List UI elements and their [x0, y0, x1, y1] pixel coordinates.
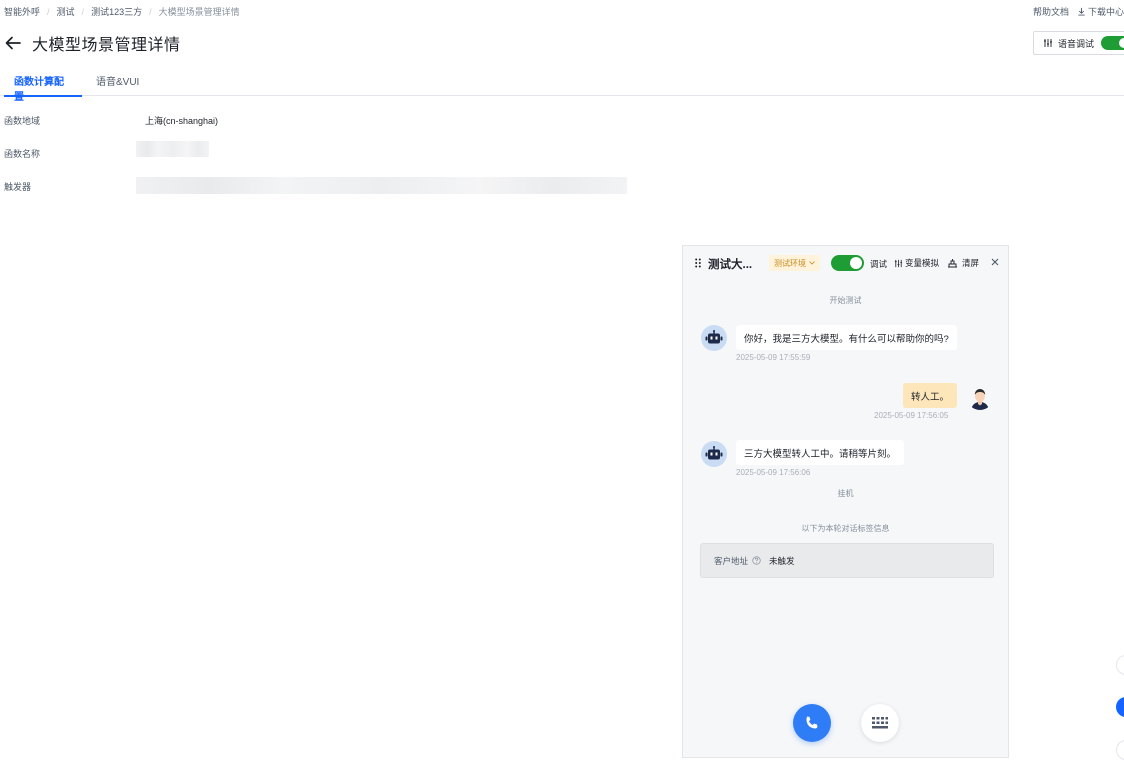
- breadcrumb-item-test[interactable]: 测试: [57, 5, 75, 18]
- floating-button-primary[interactable]: [1116, 697, 1124, 717]
- clear-screen-button[interactable]: 清屏: [947, 257, 979, 269]
- top-links: 帮助文档 下载中心: [1033, 5, 1124, 18]
- chevron-down-icon: [809, 261, 815, 265]
- breadcrumb: 智能外呼 / 测试 / 测试123三方 / 大模型场景管理详情: [4, 5, 240, 18]
- panel-title: 测试大...: [708, 259, 753, 271]
- bot-message-bubble: 你好，我是三方大模型。有什么可以帮助你的吗?: [736, 325, 957, 350]
- sliders-icon: [1044, 39, 1052, 47]
- keypad-button[interactable]: [861, 704, 899, 742]
- keypad-icon: [872, 717, 888, 729]
- floating-button[interactable]: [1116, 740, 1124, 760]
- back-arrow-icon[interactable]: [4, 34, 22, 52]
- eraser-icon: [948, 259, 957, 268]
- region-value: 上海(cn-shanghai): [145, 116, 219, 126]
- download-center-label: 下载中心: [1087, 7, 1124, 17]
- download-icon: [1078, 7, 1085, 16]
- robot-icon: [705, 446, 723, 460]
- env-select-label: 测试环境: [774, 258, 806, 268]
- help-circle-icon[interactable]: [752, 556, 761, 565]
- close-icon[interactable]: [988, 255, 1002, 269]
- breadcrumb-separator: /: [47, 6, 50, 17]
- user-message-bubble: 转人工。: [903, 383, 958, 408]
- debug-label: 调试: [870, 259, 888, 269]
- voice-debug-label: 语音调试: [1058, 38, 1095, 49]
- function-name-redacted: [136, 141, 209, 157]
- tag-info-box: 客户地址 未触发: [700, 543, 994, 578]
- voice-debug-toggle[interactable]: [1101, 36, 1124, 50]
- breadcrumb-item-test123[interactable]: 测试123三方: [91, 5, 142, 18]
- panel-header: 测试大... 测试环境 调试 变量模拟 清屏: [683, 246, 1008, 280]
- floating-button[interactable]: [1116, 655, 1124, 675]
- message-timestamp: 2025-05-09 17:56:05: [874, 411, 949, 420]
- robot-icon: [705, 330, 723, 344]
- tag-value: 未触发: [769, 555, 795, 566]
- function-name-label: 函数名称: [4, 149, 41, 159]
- bot-avatar: [701, 325, 727, 351]
- variable-simulation-label: 变量模拟: [905, 258, 940, 268]
- clear-screen-label: 清屏: [962, 258, 980, 268]
- breadcrumb-separator: /: [149, 6, 152, 17]
- sliders-icon: [894, 259, 903, 267]
- drag-handle-icon[interactable]: [695, 258, 701, 268]
- tag-label: 客户地址: [714, 555, 749, 566]
- help-docs-link[interactable]: 帮助文档: [1033, 5, 1069, 18]
- bot-avatar: [701, 441, 727, 467]
- env-select[interactable]: 测试环境: [769, 255, 820, 271]
- hangup-message: 挂机: [837, 489, 854, 498]
- user-avatar: [967, 384, 993, 410]
- breadcrumb-current: 大模型场景管理详情: [158, 7, 240, 17]
- phone-icon: [806, 716, 818, 729]
- tag-info-message: 以下为本轮对话标签信息: [801, 524, 890, 533]
- tab-function-compute-config[interactable]: 函数计算配置: [0, 64, 82, 103]
- tab-voice-vui[interactable]: 语音&VUI: [82, 64, 151, 96]
- page-title: 大模型场景管理详情: [32, 37, 181, 54]
- trigger-redacted: [136, 177, 627, 194]
- bot-message-bubble: 三方大模型转人工中。请稍等片刻。: [736, 440, 905, 465]
- message-timestamp: 2025-05-09 17:55:59: [736, 353, 811, 362]
- tab-bar: 函数计算配置 语音&VUI: [0, 64, 1124, 103]
- trigger-label: 触发器: [4, 182, 32, 192]
- breadcrumb-separator: /: [81, 6, 85, 17]
- voice-debug-button[interactable]: 语音调试: [1033, 31, 1124, 55]
- debug-chat-panel: 测试大... 测试环境 调试 变量模拟 清屏 开始测试 你好，我是三方大模型。有…: [682, 245, 1009, 758]
- message-timestamp: 2025-05-09 17:56:06: [736, 468, 811, 477]
- title-row: 大模型场景管理详情: [4, 31, 181, 55]
- start-test-message: 开始测试: [829, 296, 862, 305]
- breadcrumb-item-outbound[interactable]: 智能外呼: [4, 5, 40, 18]
- download-center-link[interactable]: 下载中心: [1077, 5, 1124, 18]
- call-button[interactable]: [793, 704, 831, 742]
- variable-simulation-button[interactable]: 变量模拟: [894, 257, 939, 269]
- region-label: 函数地域: [4, 116, 41, 126]
- debug-toggle[interactable]: [831, 255, 864, 271]
